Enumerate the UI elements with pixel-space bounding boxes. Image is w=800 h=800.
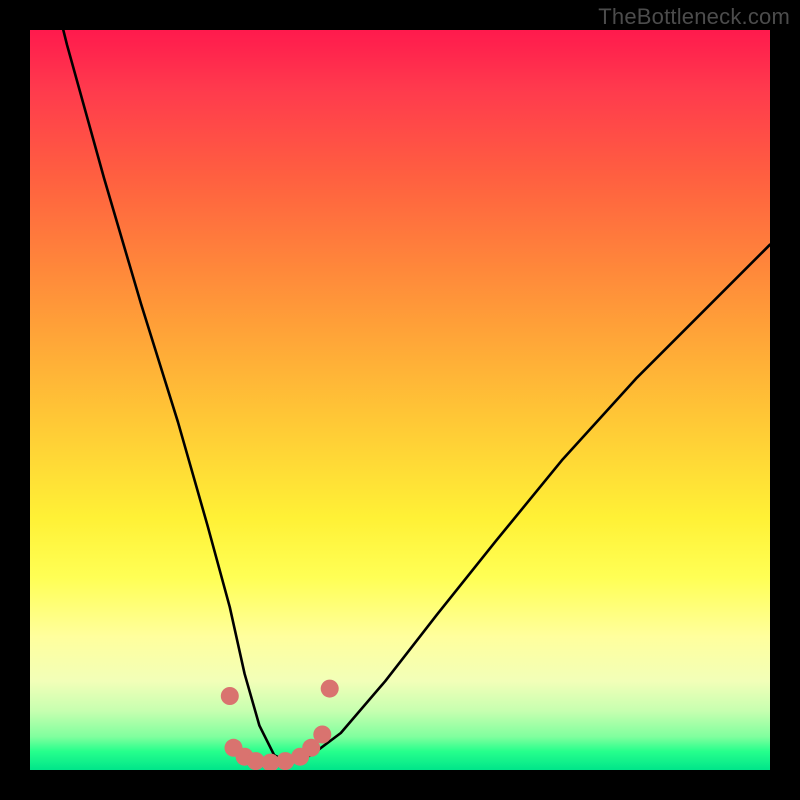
curve-layer xyxy=(30,30,770,770)
highlight-dot xyxy=(221,687,239,705)
bottleneck-curve xyxy=(30,30,770,763)
plot-area xyxy=(30,30,770,770)
watermark-text: TheBottleneck.com xyxy=(598,4,790,30)
highlight-markers xyxy=(221,680,339,770)
chart-frame: TheBottleneck.com xyxy=(0,0,800,800)
highlight-dot xyxy=(321,680,339,698)
highlight-dot xyxy=(313,726,331,744)
